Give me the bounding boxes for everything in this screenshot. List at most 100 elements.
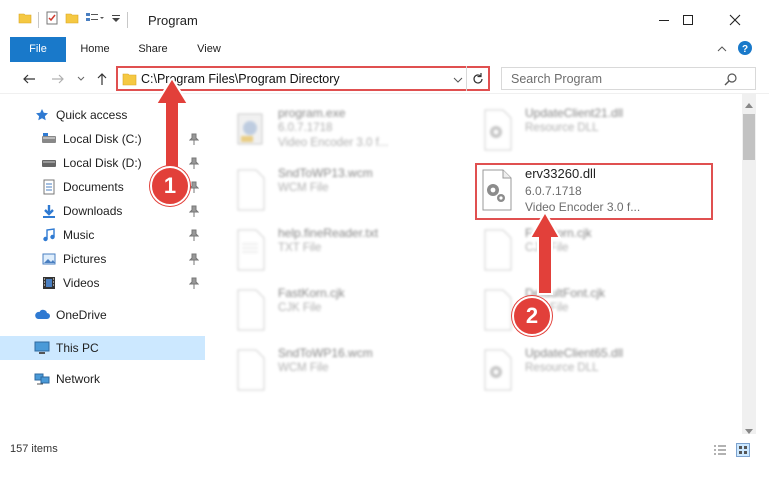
- title-bar: Program: [0, 0, 769, 40]
- pin-icon[interactable]: [188, 253, 200, 265]
- nav-onedrive[interactable]: OneDrive: [0, 304, 205, 326]
- search-box[interactable]: Search Program: [501, 67, 756, 90]
- file-name: UpdateClient65.dll: [525, 346, 624, 360]
- nav-label: Pictures: [63, 252, 107, 266]
- quick-access-toolbar: [18, 11, 128, 28]
- documents-icon: [41, 179, 57, 195]
- file-item[interactable]: program.exe 6.0.7.1718 Video Encoder 3.0…: [232, 104, 452, 158]
- file-item[interactable]: SndToWP16.wcm WCM File: [232, 344, 452, 398]
- annotation-marker-1: 1: [148, 78, 208, 213]
- music-icon: [41, 227, 57, 243]
- address-row: C:\Program Files\Program Directory Searc…: [0, 62, 769, 94]
- pin-icon[interactable]: [188, 229, 200, 241]
- nav-item-music[interactable]: Music: [0, 224, 205, 246]
- nav-label: Quick access: [56, 108, 128, 122]
- toolbar-divider: [127, 11, 128, 28]
- star-icon: [34, 107, 50, 123]
- folder-icon: [18, 11, 32, 28]
- file-name: FastKorn.cjk: [278, 286, 345, 300]
- nav-label: This PC: [56, 341, 99, 355]
- dll-file-icon: [479, 348, 515, 392]
- pin-icon[interactable]: [188, 277, 200, 289]
- marker-number: 1: [150, 166, 190, 206]
- nav-this-pc[interactable]: This PC: [0, 336, 205, 360]
- file-item[interactable]: UpdateClient65.dll Resource DLL: [479, 344, 699, 398]
- file-detail: CJK File: [278, 302, 322, 314]
- file-name: help.fineReader.txt: [278, 226, 379, 240]
- toolbar-divider: [38, 11, 39, 28]
- nav-label: Network: [56, 372, 101, 386]
- file-detail: TXT File: [278, 242, 322, 254]
- nav-network[interactable]: Network: [0, 368, 205, 390]
- forward-button[interactable]: [49, 70, 67, 88]
- nav-label: Local Disk (D:): [63, 156, 142, 170]
- file-name: SndToWP13.wcm: [278, 166, 373, 180]
- maximize-button[interactable]: [665, 0, 711, 40]
- folder-icon: [122, 72, 137, 89]
- nav-label: Music: [63, 228, 95, 242]
- nav-label: Videos: [63, 276, 100, 290]
- back-button[interactable]: [20, 70, 38, 88]
- nav-item-videos[interactable]: Videos: [0, 272, 205, 294]
- recent-locations-button[interactable]: [72, 70, 90, 88]
- help-icon[interactable]: ?: [737, 40, 753, 59]
- file-detail: Resource DLL: [525, 362, 599, 374]
- details-view-icon[interactable]: [713, 443, 727, 457]
- up-button[interactable]: [93, 70, 111, 88]
- file-explorer-window: Program File Home Share View ? C:\Progra…: [0, 0, 769, 479]
- scroll-up-icon[interactable]: [745, 97, 753, 111]
- nav-label: Local Disk (C:): [63, 132, 142, 146]
- file-item[interactable]: UpdateClient21.dll Resource DLL: [479, 104, 699, 158]
- downloads-icon: [41, 203, 57, 219]
- tab-share[interactable]: Share: [130, 37, 176, 61]
- drive-icon: [41, 155, 57, 171]
- exe-file-icon: [232, 108, 268, 152]
- pictures-icon: [41, 251, 57, 267]
- scroll-down-icon[interactable]: [745, 424, 753, 438]
- annotation-marker-2: 2: [510, 212, 580, 342]
- cloud-icon: [34, 307, 50, 323]
- videos-icon: [41, 275, 57, 291]
- nav-label: Downloads: [63, 204, 123, 218]
- search-icon[interactable]: [724, 72, 738, 89]
- nav-label: OneDrive: [56, 308, 107, 322]
- file-name: program.exe: [278, 106, 346, 120]
- file-name: UpdateClient21.dll: [525, 106, 624, 120]
- document-file-icon: [232, 168, 268, 212]
- file-list-area: program.exe 6.0.7.1718 Video Encoder 3.0…: [205, 94, 742, 434]
- scrollbar-thumb[interactable]: [743, 114, 755, 160]
- dll-file-icon: [479, 108, 515, 152]
- network-icon: [34, 371, 50, 387]
- view-options-icon[interactable]: [85, 11, 105, 28]
- computer-icon: [34, 340, 50, 356]
- vertical-scrollbar[interactable]: [742, 94, 756, 434]
- window-title: Program: [148, 13, 198, 28]
- file-item[interactable]: SndToWP13.wcm WCM File: [232, 164, 452, 218]
- file-item[interactable]: help.fineReader.txt TXT File: [232, 224, 452, 278]
- ribbon-tabs: File Home Share View ?: [0, 37, 769, 91]
- nav-label: Documents: [63, 180, 124, 194]
- tab-home[interactable]: Home: [72, 37, 118, 61]
- customize-toolbar-icon[interactable]: [111, 11, 121, 28]
- file-detail: WCM File: [278, 362, 329, 374]
- new-folder-icon[interactable]: [65, 11, 79, 28]
- file-name: SndToWP16.wcm: [278, 346, 373, 360]
- properties-icon[interactable]: [45, 11, 59, 28]
- file-detail: WCM File: [278, 182, 329, 194]
- file-detail: 6.0.7.1718: [278, 122, 333, 134]
- tab-view[interactable]: View: [186, 37, 232, 61]
- file-item[interactable]: FastKorn.cjk CJK File: [232, 284, 452, 338]
- item-count: 157 items: [10, 443, 58, 455]
- file-detail: Video Encoder 3.0 f...: [278, 137, 389, 149]
- close-button[interactable]: [712, 0, 758, 40]
- large-icons-view-icon[interactable]: [736, 443, 750, 457]
- expand-ribbon-icon[interactable]: [716, 43, 728, 58]
- drive-icon: [41, 131, 57, 147]
- document-file-icon: [232, 288, 268, 332]
- search-placeholder: Search Program: [511, 72, 603, 86]
- address-dropdown-icon[interactable]: [453, 74, 463, 88]
- document-file-icon: [232, 348, 268, 392]
- status-bar: 157 items: [0, 438, 769, 462]
- nav-item-pictures[interactable]: Pictures: [0, 248, 205, 270]
- refresh-icon[interactable]: [471, 72, 485, 89]
